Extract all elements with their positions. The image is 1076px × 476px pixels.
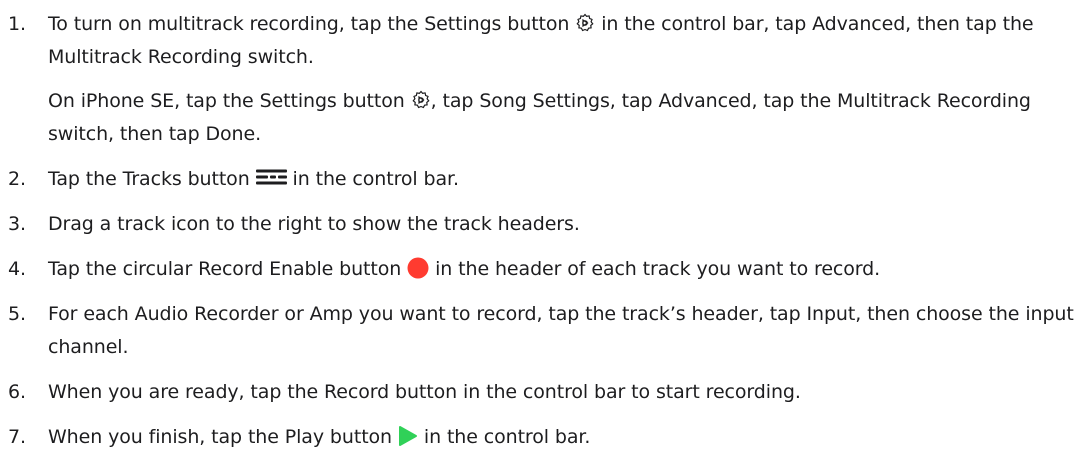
step-text-part: Tap the Tracks button: [48, 168, 256, 190]
step-number: 7.: [8, 426, 26, 448]
step-text: Tap the circular Record Enable button in…: [48, 253, 1076, 286]
step-4: 4. Tap the circular Record Enable button…: [0, 253, 1076, 286]
step-number: 4.: [8, 258, 26, 280]
step-text: When you finish, tap the Play button in …: [48, 421, 1076, 454]
instruction-steps: 1. To turn on multitrack recording, tap …: [0, 8, 1076, 466]
step-text-part: in the control bar.: [286, 168, 460, 190]
step-text: To turn on multitrack recording, tap the…: [48, 8, 1076, 74]
step-text: When you are ready, tap the Record butto…: [48, 381, 801, 403]
step-7: 7. When you finish, tap the Play button …: [0, 421, 1076, 454]
settings-gear-icon: [411, 90, 431, 110]
step-text-part: To turn on multitrack recording, tap the…: [48, 13, 576, 35]
step-2: 2. Tap the Tracks button in the control …: [0, 163, 1076, 196]
step-text: For each Audio Recorder or Amp you want …: [48, 303, 1074, 358]
step-3: 3. Drag a track icon to the right to sho…: [0, 208, 1076, 241]
step-6: 6. When you are ready, tap the Record bu…: [0, 376, 1076, 409]
play-icon: [398, 425, 418, 447]
step-text: Tap the Tracks button in the control bar…: [48, 163, 1076, 196]
step-number: 1.: [8, 13, 26, 35]
step-number: 5.: [8, 303, 26, 325]
step-text-part: Tap the circular Record Enable button: [48, 258, 408, 280]
step-note: On iPhone SE, tap the Settings button , …: [48, 85, 1076, 151]
tracks-icon: [255, 169, 287, 186]
step-1: 1. To turn on multitrack recording, tap …: [0, 8, 1076, 151]
step-number: 3.: [8, 213, 26, 235]
step-text-part: in the header of each track you want to …: [429, 258, 881, 280]
settings-gear-icon: [575, 13, 595, 33]
step-text-part: When you finish, tap the Play button: [48, 426, 398, 448]
step-text-part: in the control bar.: [417, 426, 591, 448]
note-text-part: On iPhone SE, tap the Settings button: [48, 90, 411, 112]
record-enable-icon: [407, 257, 429, 279]
step-5: 5. For each Audio Recorder or Amp you wa…: [0, 298, 1076, 364]
step-number: 2.: [8, 168, 26, 190]
step-number: 6.: [8, 381, 26, 403]
step-text: Drag a track icon to the right to show t…: [48, 213, 580, 235]
